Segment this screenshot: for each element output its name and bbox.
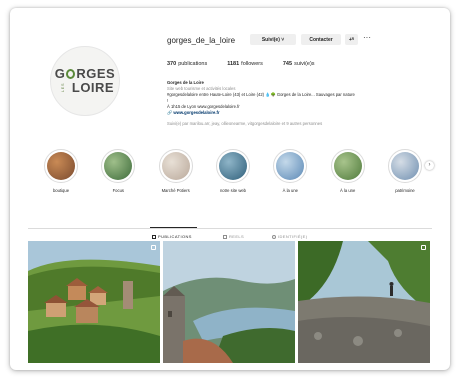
followed-by-text[interactable]: Suivi(e) par marilou.arr, jeay, ollieone…	[167, 121, 437, 127]
post-image-gorges	[163, 241, 295, 363]
highlight-label: Focus	[112, 188, 125, 193]
profile-stats: 370 publications 1181 followers 745 suivi(e…	[167, 61, 315, 67]
grid-icon	[152, 234, 156, 239]
tab-label: IDENTIFIÉ(E)	[278, 234, 308, 239]
following-label: suivi(e)s	[294, 61, 315, 67]
tab-label: PUBLICATIONS	[158, 234, 192, 239]
posts-count: 370	[167, 61, 177, 67]
highlight-label: notre site web	[219, 188, 247, 193]
highlight-label: À la une	[339, 188, 356, 193]
post-image-village	[28, 241, 160, 363]
highlight-image	[218, 152, 247, 180]
post-tile[interactable]	[28, 241, 160, 363]
tab-reels[interactable]: REELS	[223, 234, 244, 239]
add-user-button[interactable]: +ᴿ	[345, 34, 358, 45]
highlight-cover	[44, 149, 78, 183]
tagged-icon	[272, 234, 276, 239]
reels-icon	[223, 234, 227, 239]
highlight-item[interactable]: Focus	[95, 149, 141, 193]
highlight-item[interactable]: notre site web	[210, 149, 256, 193]
active-tab-indicator	[150, 227, 197, 228]
story-highlights: boutique Focus Marché Potiers notre site…	[38, 149, 434, 193]
post-image-forest	[298, 241, 430, 363]
highlight-image	[390, 152, 419, 180]
highlight-label: boutique	[52, 188, 70, 193]
highlight-label: Marché Potiers	[161, 188, 190, 193]
followers-label: followers	[241, 61, 263, 67]
logo-bottom-line: LES LOIRE	[56, 81, 114, 95]
posts-label: publications	[178, 61, 208, 67]
tab-label: REELS	[229, 234, 245, 239]
posts-stat: 370 publications	[167, 61, 207, 67]
carousel-icon	[151, 245, 156, 250]
highlight-cover	[387, 149, 422, 183]
highlight-label: patrimoine	[395, 188, 415, 193]
post-grid	[28, 241, 432, 363]
profile-bio: Gorges de la Loire Site web tourisme et …	[167, 80, 437, 127]
following-count: 745	[282, 61, 293, 67]
highlight-item[interactable]: À la une	[325, 149, 371, 193]
leaf-o-icon	[66, 69, 76, 79]
highlight-cover	[273, 149, 308, 183]
more-options-icon[interactable]: ···	[361, 34, 373, 45]
highlight-cover	[215, 149, 250, 183]
followers-count: 1181	[227, 61, 240, 67]
logo-text: RGES	[76, 66, 116, 81]
highlight-cover	[158, 149, 193, 183]
following-stat[interactable]: 745 suivi(e)s	[283, 61, 315, 67]
highlight-cover	[330, 149, 365, 183]
tab-publications[interactable]: PUBLICATIONS	[152, 234, 192, 239]
logo-text-loire: LOIRE	[71, 80, 115, 95]
tab-tagged[interactable]: IDENTIFIÉ(E)	[272, 234, 307, 239]
highlight-cover	[101, 149, 136, 183]
profile-window: G RGES LES LOIRE gorges_de_la_loire Suivi(…	[10, 8, 450, 370]
tabs-divider	[28, 228, 432, 229]
followers-stat[interactable]: 1181 followers	[227, 61, 263, 67]
highlight-image	[161, 152, 190, 180]
bio-link[interactable]: 🔗 www.gorgesdelaloire.fr	[167, 110, 437, 116]
logo-letter: G	[54, 66, 66, 81]
highlight-label: À la une	[282, 188, 298, 193]
logo-top-line: G RGES	[55, 67, 115, 81]
highlight-image	[333, 152, 362, 180]
post-tile[interactable]	[163, 241, 295, 363]
highlight-item[interactable]: boutique	[38, 149, 84, 193]
highlight-item[interactable]: Marché Potiers	[153, 149, 199, 193]
follow-button[interactable]: Suivi(e) ˅	[250, 34, 296, 45]
next-arrow-icon[interactable]: ›	[424, 161, 434, 170]
highlight-image	[104, 152, 133, 180]
post-tile[interactable]	[298, 241, 430, 363]
highlight-image	[47, 152, 75, 180]
username: gorges_de_la_loire	[167, 36, 236, 45]
highlight-image	[276, 152, 305, 180]
profile-avatar[interactable]: G RGES LES LOIRE	[50, 46, 120, 116]
highlight-item[interactable]: À la une	[267, 149, 313, 193]
highlight-item[interactable]: patrimoine ›	[382, 149, 434, 193]
logo-small-text: LES	[59, 83, 65, 93]
contact-button[interactable]: Contacter	[301, 34, 341, 45]
carousel-icon	[421, 245, 426, 250]
